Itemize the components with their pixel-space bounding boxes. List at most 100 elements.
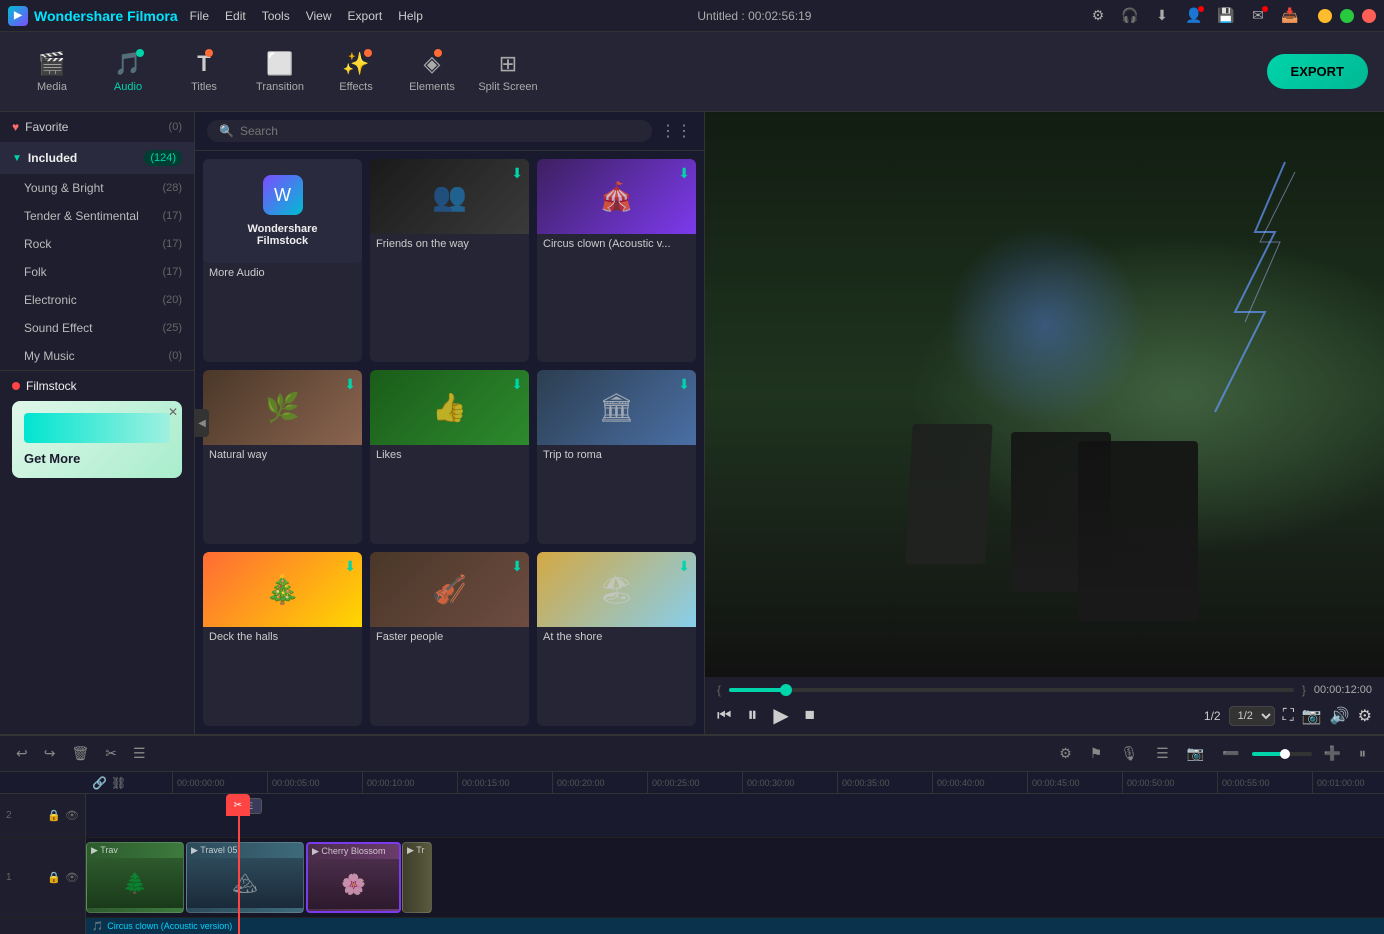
tool-transition[interactable]: ⬜ Transition — [244, 40, 316, 104]
close-button[interactable] — [1362, 9, 1376, 23]
camera-icon[interactable]: 📷 — [1302, 706, 1322, 726]
download-icon[interactable]: ⬇ — [678, 558, 690, 575]
menu-edit[interactable]: Edit — [225, 9, 246, 23]
notification-icon[interactable]: 👤 — [1182, 4, 1206, 28]
page-select[interactable]: 1/2 2/2 — [1229, 706, 1275, 726]
category-rock[interactable]: Rock (17) — [0, 230, 194, 258]
maximize-button[interactable] — [1340, 9, 1354, 23]
media-label-friends: Friends on the way — [370, 234, 529, 254]
video-clip-cherry[interactable]: ▶ Cherry Blossom 🌸 — [306, 842, 401, 913]
download-icon[interactable]: ⬇ — [511, 376, 523, 393]
undo-icon[interactable]: ↩ — [12, 741, 32, 766]
playhead-head[interactable]: ✂ — [226, 794, 250, 816]
mic-icon[interactable]: 🎙 — [1114, 741, 1144, 766]
category-my-music[interactable]: My Music (0) — [0, 342, 194, 370]
media-item-circus[interactable]: 🎪 ⬇ Circus clown (Acoustic v... — [537, 159, 696, 362]
tool-split-screen[interactable]: ⊞ Split Screen — [472, 40, 544, 104]
render-icon[interactable]: ⚙ — [1053, 741, 1078, 766]
settings-icon[interactable]: ⚙ — [1086, 4, 1110, 28]
minimize-button[interactable] — [1318, 9, 1332, 23]
play-icon[interactable]: ▶ — [773, 703, 788, 728]
track-2-body[interactable]: E — [86, 794, 1384, 837]
download-icon[interactable]: ⬇ — [344, 558, 356, 575]
marker-icon[interactable]: ⚑ — [1084, 741, 1109, 766]
progress-bar[interactable] — [729, 688, 1294, 692]
tool-effects[interactable]: ✨ Effects — [320, 40, 392, 104]
download-icon[interactable]: ⬇ — [511, 558, 523, 575]
zoom-in-icon[interactable]: ➕ — [1318, 741, 1347, 766]
volume-icon[interactable]: 🔊 — [1330, 706, 1350, 726]
menu-help[interactable]: Help — [398, 9, 423, 23]
included-count: (124) — [144, 150, 182, 166]
cut-icon[interactable]: ✂ — [101, 741, 121, 766]
delete-icon[interactable]: 🗑 — [67, 741, 93, 766]
track-icon[interactable]: ☰ — [1150, 741, 1175, 766]
mail-icon[interactable]: ✉ — [1246, 4, 1270, 28]
search-input[interactable] — [240, 124, 640, 138]
video-clip-travel2[interactable]: ▶ Travel 05 🏔 — [186, 842, 304, 913]
export-button[interactable]: EXPORT — [1267, 54, 1368, 89]
menu-tools[interactable]: Tools — [262, 9, 290, 23]
skip-back-icon[interactable]: ⏮ — [717, 707, 731, 725]
fullscreen-icon[interactable]: ⛶ — [1283, 707, 1294, 725]
track-eye-icon[interactable]: 👁 — [65, 871, 79, 884]
track-lock-icon[interactable]: 🔒 — [47, 809, 61, 822]
redo-icon[interactable]: ↪ — [40, 741, 60, 766]
timeline-ruler: 🔗 ⛓ 00:00:00:00 00:00:05:00 00:00:10:00 … — [0, 772, 1384, 794]
download-icon[interactable]: ⬇ — [678, 376, 690, 393]
included-section[interactable]: ▼ Included (124) — [0, 142, 194, 174]
media-item-shore[interactable]: 🏖 ⬇ At the shore — [537, 552, 696, 726]
menu-file[interactable]: File — [190, 9, 209, 23]
zoom-out-icon[interactable]: ➖ — [1216, 741, 1245, 766]
stop-icon[interactable]: ⏹ — [805, 704, 815, 727]
video-clip-trav3[interactable]: ▶ Tr — [402, 842, 432, 913]
snapshot-icon[interactable]: 📷 — [1181, 741, 1210, 766]
category-young-bright[interactable]: Young & Bright (28) — [0, 174, 194, 202]
category-electronic[interactable]: Electronic (20) — [0, 286, 194, 314]
menu-view[interactable]: View — [306, 9, 332, 23]
grid-menu-icon[interactable]: ⋮⋮ — [660, 121, 692, 141]
track-eye-icon[interactable]: 👁 — [65, 809, 79, 822]
panel-collapse-arrow[interactable]: ◀ — [195, 409, 209, 437]
media-item-likes[interactable]: 👍 ⬇ Likes — [370, 370, 529, 544]
media-item-trip[interactable]: 🏛 ⬇ Trip to roma — [537, 370, 696, 544]
download-icon[interactable]: ⬇ — [344, 376, 356, 393]
tool-elements[interactable]: ◈ Elements — [396, 40, 468, 104]
tool-audio[interactable]: 🎵 Audio — [92, 40, 164, 104]
headphone-icon[interactable]: 🎧 — [1118, 4, 1142, 28]
media-item-natural[interactable]: 🌿 ⬇ Natural way — [203, 370, 362, 544]
video-clip-travel[interactable]: ▶ Trav 🌲 — [86, 842, 184, 913]
filmstock-close-icon[interactable]: ✕ — [168, 405, 178, 419]
link-icon[interactable]: ⛓ — [111, 776, 126, 790]
pause-timeline-icon[interactable]: ⏸ — [1353, 741, 1372, 766]
category-folk[interactable]: Folk (17) — [0, 258, 194, 286]
track-1-body[interactable]: ▶ Trav 🌲 ▶ Travel 05 🏔 ▶ Che — [86, 838, 1384, 917]
get-more-label[interactable]: Get More — [24, 451, 170, 466]
pause-icon[interactable]: ⏸ — [747, 704, 757, 727]
category-tender[interactable]: Tender & Sentimental (17) — [0, 202, 194, 230]
media-item-friends[interactable]: 👥 ⬇ Friends on the way — [370, 159, 529, 362]
track-lock-icon[interactable]: 🔒 — [47, 871, 61, 884]
ruler-mark-5: 00:00:25:00 — [647, 772, 742, 794]
category-sound-effect[interactable]: Sound Effect (25) — [0, 314, 194, 342]
import-icon[interactable]: 📥 — [1278, 4, 1302, 28]
media-item-wondershare[interactable]: W WondershareFilmstock More Audio — [203, 159, 362, 362]
cloud-icon[interactable]: 💾 — [1214, 4, 1238, 28]
snap-icon[interactable]: 🔗 — [92, 776, 107, 790]
bracket-left-icon[interactable]: { — [717, 683, 721, 697]
settings2-icon[interactable]: ⚙ — [1358, 706, 1372, 726]
media-item-faster[interactable]: 🎻 ⬇ Faster people — [370, 552, 529, 726]
download-icon[interactable]: ⬇ — [678, 165, 690, 182]
properties-icon[interactable]: ☰ — [129, 741, 150, 766]
filmstock-card[interactable]: ✕ Get More — [12, 401, 182, 478]
favorite-section[interactable]: ♥ Favorite (0) — [0, 112, 194, 142]
download-icon[interactable]: ⬇ — [1150, 4, 1174, 28]
media-item-deck[interactable]: 🎄 ⬇ Deck the halls — [203, 552, 362, 726]
track-audio-body[interactable]: 🎵 Circus clown (Acoustic version) — [86, 918, 1384, 934]
tool-titles[interactable]: T Titles — [168, 40, 240, 104]
menu-export[interactable]: Export — [348, 9, 383, 23]
bracket-right-icon[interactable]: } — [1302, 683, 1306, 697]
tool-media[interactable]: 🎬 Media — [16, 40, 88, 104]
download-icon[interactable]: ⬇ — [511, 165, 523, 182]
zoom-track[interactable] — [1252, 752, 1312, 756]
